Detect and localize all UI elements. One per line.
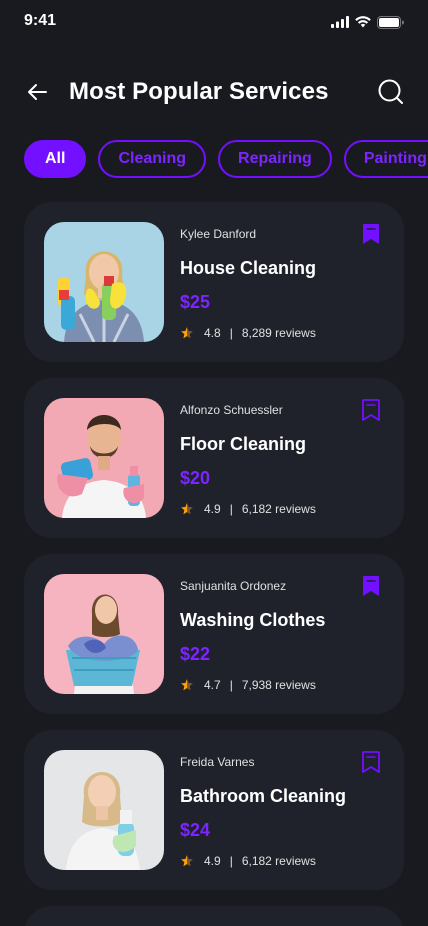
filter-chip-all[interactable]: All (24, 140, 87, 178)
star-half-icon (181, 855, 193, 867)
filter-chips: All Cleaning Repairing Painting (24, 140, 428, 178)
battery-icon (377, 15, 404, 29)
star-half-icon (181, 503, 193, 515)
service-image-woman-with-spray-bottle (44, 750, 164, 870)
service-info: Alfonzo Schuessler Floor Cleaning $20 4.… (180, 398, 384, 518)
rating-value: 4.7 (204, 678, 221, 692)
service-info: Kylee Danford House Cleaning $25 4.8 | 8… (180, 222, 384, 342)
header: Most Popular Services (0, 70, 428, 114)
review-count: 8,289 reviews (241, 326, 316, 340)
service-info: Freida Varnes Bathroom Cleaning $24 4.9 … (180, 750, 384, 870)
signal-icon (331, 16, 349, 28)
service-info: Sanjuanita Ordonez Washing Clothes $22 4… (180, 574, 384, 694)
status-icons (331, 15, 404, 29)
service-card-partial[interactable] (24, 906, 404, 926)
rating-value: 4.9 (204, 502, 221, 516)
provider-name: Alfonzo Schuessler (180, 403, 283, 417)
service-image-woman-with-laundry-basket (44, 574, 164, 694)
review-count: 6,182 reviews (241, 854, 316, 868)
rating-value: 4.8 (204, 326, 221, 340)
review-count: 6,182 reviews (241, 502, 316, 516)
filter-chip-painting[interactable]: Painting (343, 140, 428, 178)
rating-separator: | (229, 678, 233, 692)
rating-row: 4.7 | 7,938 reviews (180, 678, 316, 692)
provider-name: Kylee Danford (180, 227, 257, 241)
bookmark-filled-icon[interactable] (360, 222, 382, 246)
back-button[interactable] (24, 78, 52, 106)
bookmark-filled-icon[interactable] (360, 574, 382, 598)
service-price: $20 (180, 468, 211, 488)
status-time: 9:41 (24, 12, 57, 29)
service-card[interactable]: Freida Varnes Bathroom Cleaning $24 4.9 … (24, 730, 404, 890)
service-title: House Cleaning (180, 258, 317, 278)
rating-separator: | (229, 326, 233, 340)
rating-separator: | (229, 854, 233, 868)
service-image-woman-with-cleaning-spray (44, 222, 164, 342)
service-card[interactable]: Sanjuanita Ordonez Washing Clothes $22 4… (24, 554, 404, 714)
provider-name: Sanjuanita Ordonez (180, 579, 287, 593)
arrow-left-icon (28, 84, 47, 100)
service-list: Kylee Danford House Cleaning $25 4.8 | 8… (24, 202, 404, 926)
bookmark-outline-icon[interactable] (360, 750, 382, 774)
wifi-icon (355, 16, 371, 28)
rating-row: 4.9 | 6,182 reviews (180, 854, 316, 868)
service-image-man-with-sponge-and-spray (44, 398, 164, 518)
provider-name: Freida Varnes (180, 755, 255, 769)
service-title: Bathroom Cleaning (180, 786, 347, 806)
rating-row: 4.8 | 8,289 reviews (180, 326, 316, 340)
filter-chip-repairing[interactable]: Repairing (218, 140, 332, 178)
service-title: Floor Cleaning (180, 434, 306, 454)
service-price: $25 (180, 292, 211, 312)
rating-value: 4.9 (204, 854, 221, 868)
rating-row: 4.9 | 6,182 reviews (180, 502, 316, 516)
page-title: Most Popular Services (69, 78, 329, 105)
bookmark-outline-icon[interactable] (360, 398, 382, 422)
star-half-icon (181, 327, 193, 339)
rating-separator: | (229, 502, 233, 516)
service-price: $24 (180, 820, 211, 840)
service-price: $22 (180, 644, 211, 664)
status-bar: 9:41 (0, 0, 428, 44)
star-half-icon (181, 679, 193, 691)
service-title: Washing Clothes (180, 610, 326, 630)
search-button[interactable] (376, 77, 406, 107)
review-count: 7,938 reviews (241, 678, 316, 692)
service-card[interactable]: Alfonzo Schuessler Floor Cleaning $20 4.… (24, 378, 404, 538)
search-icon (378, 79, 403, 104)
filter-chip-cleaning[interactable]: Cleaning (98, 140, 207, 178)
service-card[interactable]: Kylee Danford House Cleaning $25 4.8 | 8… (24, 202, 404, 362)
